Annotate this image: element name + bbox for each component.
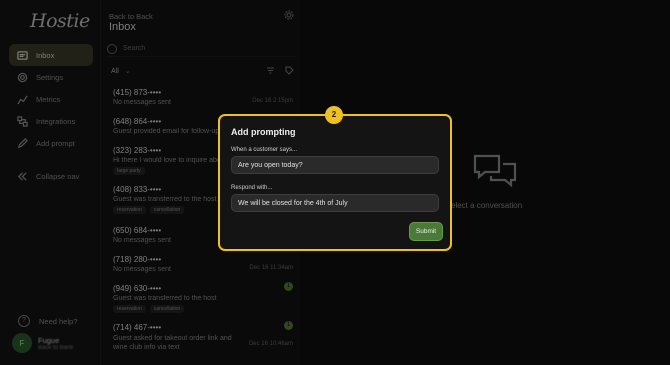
trigger-label: When a customer says... (231, 147, 298, 153)
response-value: We will be closed for the 4th of July (238, 199, 348, 207)
modal-title: Add prompting (231, 127, 296, 137)
trigger-value: Are you open today? (238, 161, 303, 169)
step-badge: 2 (325, 106, 343, 124)
submit-button[interactable]: Submit (409, 222, 443, 241)
add-prompt-modal: Add prompting When a customer says... Ar… (218, 114, 452, 251)
response-input[interactable]: We will be closed for the 4th of July (231, 194, 439, 212)
trigger-input[interactable]: Are you open today? (231, 156, 439, 174)
response-label: Respond with... (231, 185, 273, 191)
